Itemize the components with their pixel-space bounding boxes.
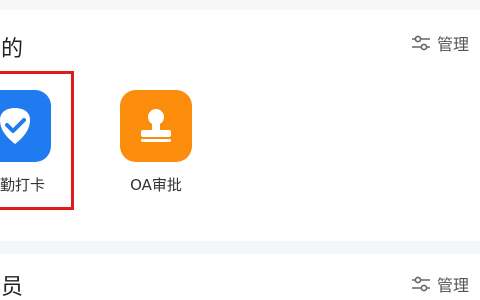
sliders-icon — [412, 35, 430, 51]
top-divider — [0, 0, 480, 10]
manage-button-mine[interactable]: 管理 — [411, 31, 469, 55]
app-oa-icon-bg — [120, 90, 192, 162]
manage-label: 管理 — [437, 276, 470, 295]
manage-button-member[interactable]: 管理 — [411, 272, 469, 296]
stamp-icon — [141, 109, 171, 142]
app-oa-approval[interactable]: OA审批 — [120, 90, 192, 195]
section-divider — [0, 241, 480, 254]
section-title-mine: 我的 — [0, 37, 25, 62]
sliders-icon — [412, 276, 430, 292]
section-title-member: 会员 — [0, 275, 25, 300]
app-label: OA审批 — [130, 176, 182, 194]
manage-label: 管理 — [437, 35, 470, 54]
highlight-box — [0, 71, 74, 210]
workbench-page: 我的 管理 考勤打卡 OA审批 — [0, 0, 480, 300]
